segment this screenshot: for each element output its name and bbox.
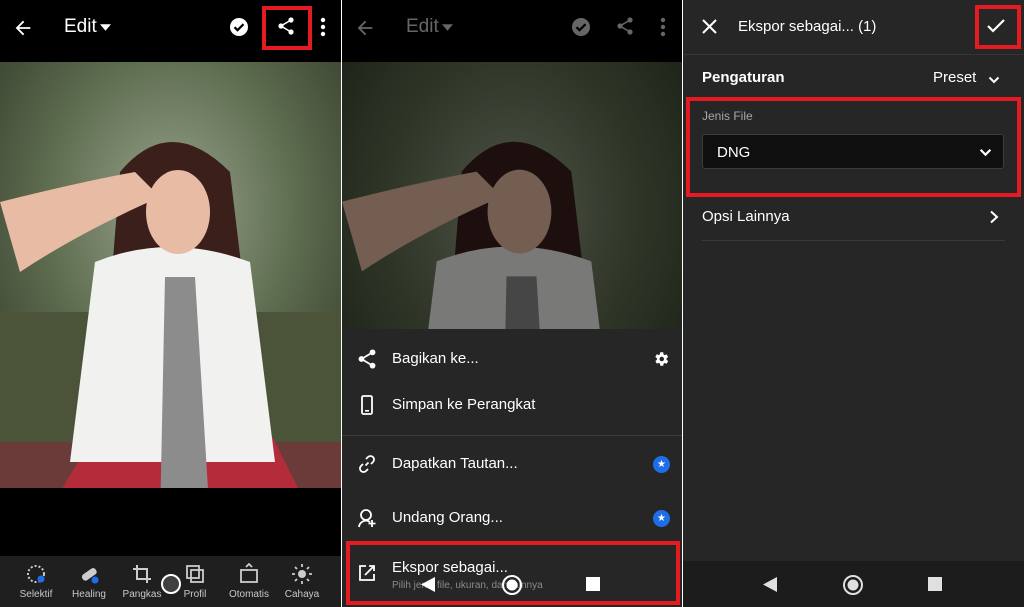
sheet-divider bbox=[342, 435, 682, 436]
sheet-item-label: Bagikan ke... bbox=[392, 350, 479, 367]
edit-top-bar-dimmed: Edit bbox=[342, 0, 682, 58]
sheet-item-label: Dapatkan Tautan... bbox=[392, 455, 518, 472]
invite-people-item[interactable]: Undang Orang... ★ bbox=[342, 496, 682, 542]
edit-title[interactable]: Edit bbox=[64, 16, 97, 38]
link-icon bbox=[357, 454, 377, 474]
tool-label: Cahaya bbox=[284, 589, 320, 600]
share-icon bbox=[616, 17, 634, 35]
share-icon bbox=[357, 349, 377, 369]
back-arrow-icon bbox=[354, 17, 376, 39]
nav-recents-icon[interactable] bbox=[586, 577, 600, 591]
file-type-value: DNG bbox=[717, 144, 751, 161]
crop-icon bbox=[131, 563, 153, 585]
preset-dropdown[interactable]: Preset bbox=[933, 69, 976, 86]
file-type-label: Jenis File bbox=[702, 109, 753, 123]
header-divider bbox=[683, 54, 1024, 55]
more-vertical-icon[interactable] bbox=[320, 17, 326, 37]
back-arrow-icon[interactable] bbox=[12, 17, 34, 39]
tool-bar: Selektif Healing Pangkas Profil Otomatis… bbox=[0, 556, 341, 607]
done-check-circle-icon bbox=[571, 17, 591, 37]
nav-home-icon[interactable] bbox=[160, 573, 182, 595]
photo-preview bbox=[0, 62, 341, 488]
profile-icon bbox=[184, 563, 206, 585]
share-to-item[interactable]: Bagikan ke... bbox=[342, 337, 682, 383]
get-link-item[interactable]: Dapatkan Tautan... ★ bbox=[342, 442, 682, 488]
more-options-row[interactable]: Opsi Lainnya bbox=[683, 198, 1024, 240]
edit-screen: Edit Selektif Healing Pangkas Profil Oto… bbox=[0, 0, 341, 607]
chevron-right-icon bbox=[988, 210, 1000, 224]
tool-healing[interactable]: Healing bbox=[62, 563, 116, 600]
nav-back-icon[interactable] bbox=[763, 577, 777, 592]
options-divider bbox=[702, 240, 1005, 241]
premium-star-icon: ★ bbox=[653, 510, 670, 527]
tool-light[interactable]: Cahaya bbox=[275, 563, 329, 600]
share-icon[interactable] bbox=[277, 17, 295, 35]
export-title: Ekspor sebagai... (1) bbox=[738, 18, 877, 35]
invite-icon bbox=[357, 508, 377, 528]
export-top-bar: Ekspor sebagai... (1) bbox=[683, 0, 1024, 58]
nav-home-icon[interactable] bbox=[501, 574, 523, 596]
photo-preview-dimmed bbox=[342, 62, 682, 329]
share-sheet-screen: Edit Bagikan ke... Simpan ke Perangkat D… bbox=[342, 0, 682, 607]
android-nav-bar bbox=[683, 561, 1024, 607]
confirm-check-icon[interactable] bbox=[987, 18, 1005, 34]
close-icon[interactable] bbox=[702, 19, 717, 34]
device-icon bbox=[357, 395, 377, 415]
save-to-device-item[interactable]: Simpan ke Perangkat bbox=[342, 383, 682, 429]
tool-label: Otomatis bbox=[228, 589, 269, 600]
nav-home-icon[interactable] bbox=[842, 574, 864, 596]
edit-title: Edit bbox=[406, 16, 439, 37]
tool-label: Profil bbox=[183, 589, 207, 600]
settings-label: Pengaturan bbox=[702, 69, 785, 86]
file-type-select[interactable]: DNG bbox=[702, 134, 1004, 169]
premium-star-icon: ★ bbox=[653, 456, 670, 473]
light-icon bbox=[291, 563, 313, 585]
tool-auto[interactable]: Otomatis bbox=[222, 563, 276, 600]
sheet-item-label: Simpan ke Perangkat bbox=[392, 396, 536, 413]
tool-selective[interactable]: Selektif bbox=[9, 563, 63, 600]
dropdown-caret-icon bbox=[442, 24, 453, 31]
healing-icon bbox=[78, 563, 100, 585]
auto-icon bbox=[238, 563, 260, 585]
edit-top-bar: Edit bbox=[0, 0, 341, 58]
done-check-circle-icon[interactable] bbox=[229, 17, 249, 37]
nav-recents-icon[interactable] bbox=[928, 577, 942, 591]
chevron-down-icon bbox=[979, 146, 992, 159]
tool-label: Pangkas bbox=[122, 589, 162, 600]
tool-label: Healing bbox=[72, 589, 106, 600]
nav-back-icon[interactable] bbox=[421, 577, 435, 592]
gear-icon[interactable] bbox=[652, 350, 670, 368]
selective-icon bbox=[25, 563, 47, 585]
more-vertical-icon bbox=[660, 17, 666, 37]
dropdown-caret-icon[interactable] bbox=[100, 24, 111, 31]
export-settings-screen: Ekspor sebagai... (1) Pengaturan Preset … bbox=[683, 0, 1024, 607]
tool-label: Selektif bbox=[19, 589, 53, 600]
more-options-label: Opsi Lainnya bbox=[702, 208, 790, 225]
chevron-down-icon[interactable] bbox=[988, 74, 1000, 86]
sheet-item-label: Undang Orang... bbox=[392, 509, 503, 526]
android-nav-bar bbox=[342, 561, 682, 607]
